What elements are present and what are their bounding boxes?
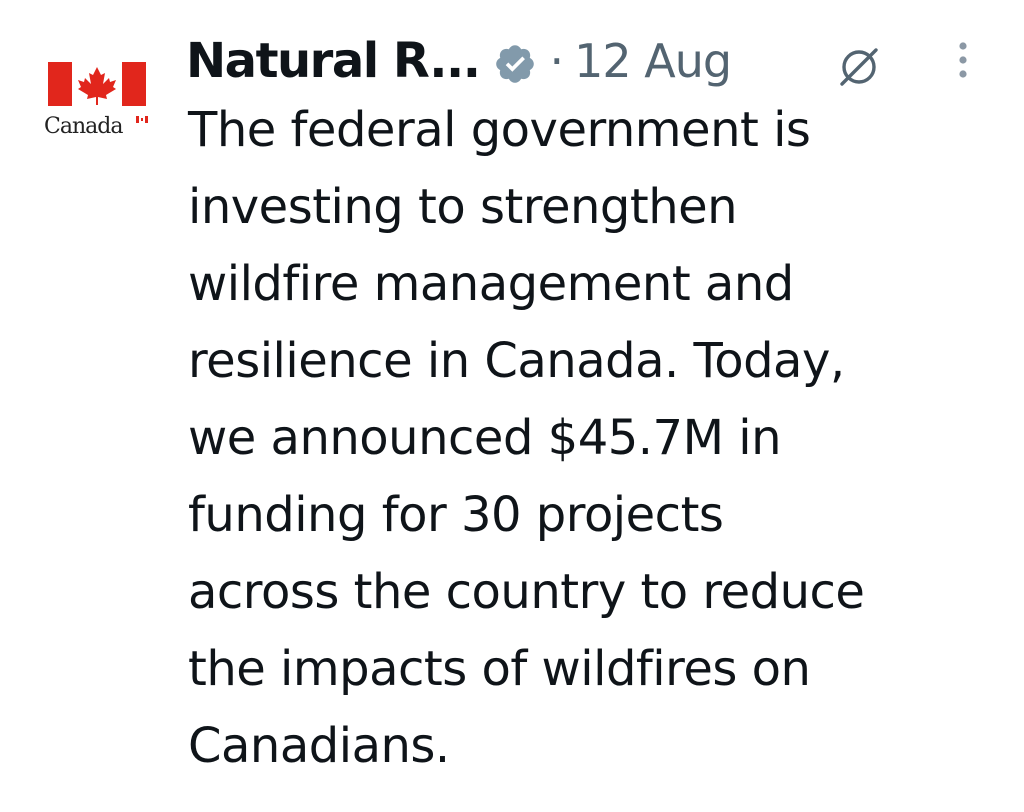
- verified-badge-icon[interactable]: [493, 42, 537, 86]
- post-text-line: the impacts of wildfires on: [188, 641, 811, 697]
- post-date[interactable]: 12 Aug: [574, 34, 732, 88]
- post-text: The federal government is investing to s…: [188, 92, 988, 785]
- post-text-line: wildfire management and: [188, 256, 794, 312]
- post-text-line: Canadians.: [188, 718, 450, 774]
- grok-slash-icon[interactable]: [836, 44, 882, 90]
- avatar[interactable]: Canada: [44, 62, 150, 142]
- canada-flag-logo: [48, 62, 146, 106]
- wordmark-flag-icon: [136, 116, 148, 123]
- header-separator: ·: [549, 34, 565, 88]
- post-text-line: we announced $45.7M in: [188, 410, 782, 466]
- canada-wordmark: Canada: [44, 114, 123, 139]
- account-name[interactable]: Natural R...: [186, 33, 481, 89]
- post-text-line: resilience in Canada. Today,: [188, 333, 845, 389]
- post-header: Natural R... · 12 Aug: [186, 28, 732, 94]
- post-text-line: across the country to reduce: [188, 564, 865, 620]
- post-text-line: funding for 30 projects: [188, 487, 724, 543]
- post-text-line: investing to strengthen: [188, 179, 738, 235]
- more-vertical-icon[interactable]: [950, 40, 976, 84]
- post-text-line: The federal government is: [188, 102, 811, 158]
